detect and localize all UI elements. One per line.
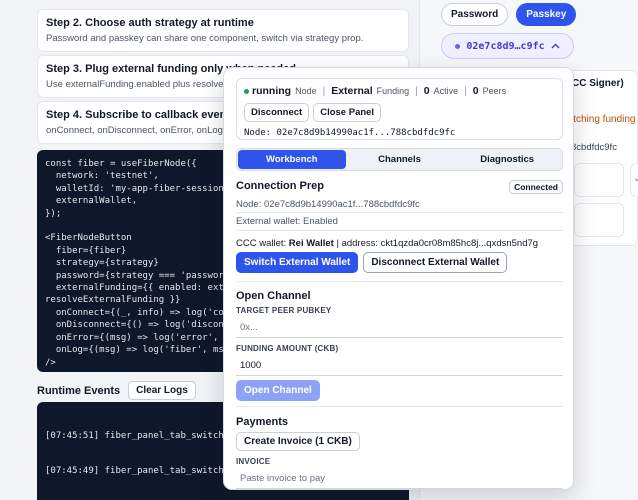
peers-label: Peers — [482, 86, 507, 96]
peer-pubkey-label: TARGET PEER PUBKEY — [236, 306, 332, 315]
step-card: Step 2. Choose auth strategy at runtime … — [37, 9, 409, 52]
funding-amount-wrap — [236, 355, 563, 376]
tab-diagnostics[interactable]: Diagnostics — [453, 150, 561, 169]
node-id: Node: 02e7c8d9b14990ac1f...788cbdfdc9fc — [244, 128, 456, 138]
clear-logs-button[interactable]: Clear Logs — [128, 381, 196, 400]
chevron-up-icon — [551, 41, 560, 52]
wallet-prefix: CCC wallet: — [236, 238, 287, 249]
divider — [236, 281, 563, 282]
fiber-node-button[interactable]: 02e7c8d9…c9fc — [441, 33, 574, 59]
peer-pubkey-wrap — [236, 317, 563, 338]
passkey-option[interactable]: Passkey — [516, 3, 577, 26]
signer-title-partial: CC Signer) — [572, 78, 624, 89]
close-panel-button[interactable]: Close Panel — [313, 103, 382, 122]
disconnect-button[interactable]: Disconnect — [244, 103, 310, 122]
auth-strategy-toggle: Password Passkey — [441, 3, 577, 26]
open-channel-action: Open Channel — [236, 380, 563, 401]
tab-workbench[interactable]: Workbench — [238, 150, 346, 169]
invoice-wrap — [236, 468, 563, 489]
connected-badge: Connected — [509, 180, 563, 194]
active-count: 0 — [423, 85, 430, 97]
funding-mode-label: Funding — [376, 86, 410, 96]
disconnect-external-wallet-button[interactable]: Disconnect External Wallet — [363, 252, 508, 273]
funding-mode: External — [331, 85, 373, 97]
step-description: Password and passkey can share one compo… — [46, 33, 364, 44]
prep-node-id: Node: 02e7c8d9b14990ac1f...788cbdfdc9fc — [236, 199, 420, 210]
password-option[interactable]: Password — [441, 3, 509, 26]
funding-amount-label: FUNDING AMOUNT (CKB) — [236, 344, 339, 353]
divider — [236, 212, 563, 213]
background-field[interactable] — [574, 203, 624, 237]
step-title: Step 2. Choose auth strategy at runtime — [46, 17, 254, 29]
open-channel-button[interactable]: Open Channel — [236, 380, 320, 401]
status-dot-icon — [455, 43, 461, 49]
node-state: running — [252, 85, 292, 97]
switch-external-wallet-button[interactable]: Switch External Wallet — [236, 252, 359, 273]
peer-pubkey-input[interactable] — [236, 317, 563, 338]
tab-channels[interactable]: Channels — [346, 150, 454, 169]
running-dot-icon — [244, 88, 249, 94]
node-id-partial: 8cbdfdc9fc — [571, 142, 617, 153]
divider — [236, 230, 563, 231]
peers-count: 0 — [472, 85, 479, 97]
panel-tabs: Workbench Channels Diagnostics — [236, 148, 563, 171]
node-status-card: running Node | External Funding | 0 Acti… — [236, 78, 563, 140]
payments-title: Payments — [236, 416, 288, 428]
connection-prep-header: Connection Prep Connected — [236, 180, 563, 194]
fiber-node-panel: running Node | External Funding | 0 Acti… — [223, 67, 574, 490]
wallet-address: | address: ckt1qzda0cr08m85hc8j...qxdsn5… — [336, 238, 539, 249]
runtime-events-title: Runtime Events — [37, 384, 121, 397]
active-label: Active — [433, 86, 459, 96]
node-state-label: Node — [295, 86, 317, 96]
node-id-short: 02e7c8d9…c9fc — [466, 40, 545, 52]
ccc-wallet-line: CCC wallet: Rei Wallet | address: ckt1qz… — [236, 238, 563, 249]
chevron-down-icon: ⌄ — [633, 173, 638, 184]
funding-amount-input[interactable] — [236, 355, 563, 376]
funding-status-partial: itching funding — [571, 114, 636, 125]
divider — [236, 406, 563, 407]
invoice-input[interactable] — [236, 468, 563, 489]
invoice-label: INVOICE — [236, 457, 271, 466]
create-invoice-button[interactable]: Create Invoice (1 CKB) — [236, 432, 360, 451]
runtime-events-header: Runtime Events Clear Logs — [37, 381, 196, 400]
wallet-name: Rei Wallet — [288, 238, 334, 249]
payments-actions: Create Invoice (1 CKB) — [236, 432, 563, 451]
external-wallet-status: External wallet: Enabled — [236, 216, 338, 227]
status-summary: running Node | External Funding | 0 Acti… — [244, 85, 555, 97]
open-channel-title: Open Channel — [236, 290, 311, 302]
background-field[interactable] — [574, 163, 624, 197]
wallet-actions: Switch External Wallet Disconnect Extern… — [236, 252, 563, 273]
